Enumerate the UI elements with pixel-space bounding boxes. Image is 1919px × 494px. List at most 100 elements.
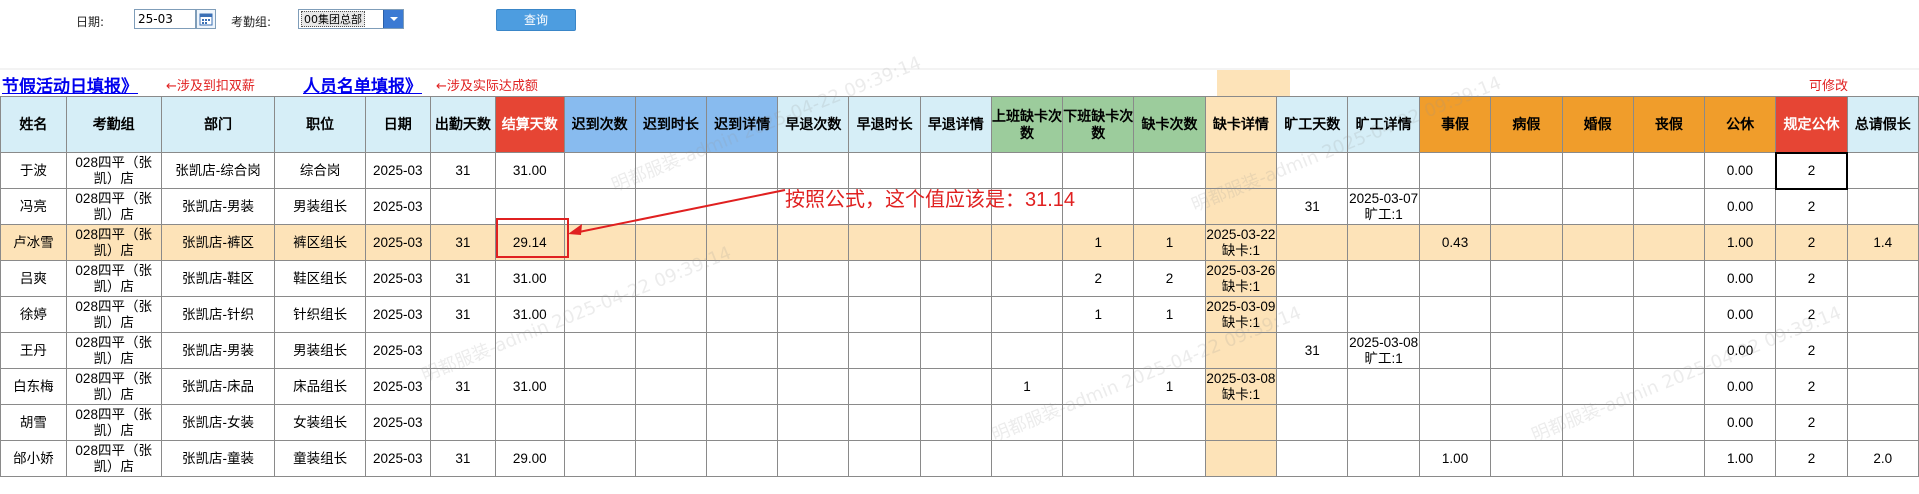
col-header[interactable]: 姓名 [0,96,67,153]
col-header[interactable]: 缺卡详情 [1204,96,1278,153]
table-cell [1632,440,1705,477]
table-cell[interactable]: 2 [1775,296,1848,333]
col-header[interactable]: 职位 [274,96,366,153]
table-cell: 2025-03-22 缺卡:1 [1204,224,1278,261]
table-cell: 1 [1133,296,1206,333]
table-row[interactable]: 邰小娇 028四平（张凯）店 张凯店-童装 童装组长 2025-03 31 29.00 1.0… [0,440,1919,477]
col-header[interactable]: 早退次数 [777,96,850,153]
table-cell [1490,440,1563,477]
col-header[interactable]: 缺卡次数 [1133,96,1206,153]
table-cell: 31.00 [495,296,565,333]
table-cell [1632,404,1705,441]
col-header[interactable]: 旷工天数 [1276,96,1349,153]
table-cell [1561,404,1634,441]
date-input[interactable]: 25-03 [134,9,196,29]
col-header[interactable]: 早退详情 [919,96,992,153]
table-cell: 028四平（张凯）店 [65,332,162,369]
table-cell[interactable]: 2 [1775,332,1848,369]
table-cell[interactable]: 2 [1775,368,1848,405]
table-cell [1490,332,1563,369]
table-cell[interactable]: 2 [1775,404,1848,441]
table-cell [990,404,1064,441]
table-cell [1204,188,1278,225]
col-header[interactable]: 病假 [1490,96,1563,153]
table-row[interactable]: 王丹 028四平（张凯）店 张凯店-男装 男装组长 2025-03 31 2025-03-0… [0,332,1919,369]
table-cell: 卢冰雪 [0,224,67,261]
col-header[interactable]: 规定公休 [1775,96,1848,153]
holiday-fill-link[interactable]: 节假活动日填报》 [2,72,138,97]
col-header[interactable]: 上班缺卡次数 [990,96,1064,153]
col-header[interactable]: 出勤天数 [429,96,497,153]
col-header[interactable]: 迟到次数 [563,96,636,153]
table-cell: 床品组长 [274,368,366,405]
editable-label: 可修改 [1809,79,1849,94]
table-cell [634,368,708,405]
table-cell [990,296,1064,333]
table-row[interactable]: 徐婷 028四平（张凯）店 张凯店-针织 针织组长 2025-03 31 31.00 1 1 20… [0,296,1919,333]
table-cell [1632,296,1705,333]
col-header[interactable]: 婚假 [1561,96,1634,153]
table-cell: 2025-03-07 旷工:1 [1347,188,1420,225]
table-cell [990,440,1064,477]
col-header[interactable]: 下班缺卡次数 [1062,96,1135,153]
table-cell [1062,332,1135,369]
col-header[interactable]: 考勤组 [65,96,162,153]
col-header[interactable]: 迟到时长 [634,96,708,153]
col-header[interactable]: 总请假长 [1846,96,1919,153]
table-cell [1347,440,1420,477]
group-select[interactable]: 00集团总部 [298,9,404,29]
col-header[interactable]: 早退时长 [848,96,921,153]
col-header[interactable]: 迟到详情 [705,96,779,153]
table-cell[interactable]: 2 [1774,151,1849,190]
col-header[interactable]: 日期 [364,96,431,153]
table-cell [848,296,921,333]
query-button[interactable]: 查询 [496,9,576,31]
table-cell [705,404,779,441]
table-cell [1347,404,1420,441]
table-cell: 1.4 [1846,224,1919,261]
table-cell [1418,188,1492,225]
table-cell: 028四平（张凯）店 [65,296,162,333]
col-header[interactable]: 公休 [1703,96,1777,153]
table-cell: 1 [1133,368,1206,405]
table-cell [705,368,779,405]
col-header[interactable]: 事假 [1418,96,1492,153]
table-cell[interactable]: 2 [1775,440,1848,477]
table-cell [1276,404,1349,441]
col-header[interactable]: 丧假 [1632,96,1705,153]
table-cell: 31 [1276,332,1349,369]
table-cell [429,404,497,441]
col-header[interactable]: 结算天数 [495,96,565,153]
col-header[interactable]: 旷工详情 [1347,96,1420,153]
table-cell [848,404,921,441]
table-cell[interactable]: 2 [1775,188,1848,225]
staff-fill-link[interactable]: 人员名单填报》 [303,72,422,97]
table-cell: 2025-03 [364,188,431,225]
table-cell [1133,332,1206,369]
table-cell [495,404,565,441]
table-row[interactable]: 卢冰雪 028四平（张凯）店 张凯店-裤区 裤区组长 2025-03 31 29.14 1 1 2… [0,224,1919,261]
table-cell: 2025-03 [364,224,431,261]
table-cell: 张凯店-男装 [160,188,276,225]
table-row[interactable]: 白东梅 028四平（张凯）店 张凯店-床品 床品组长 2025-03 31 31.00 1 1 2… [0,368,1919,405]
table-cell [1490,152,1563,189]
table-cell [634,440,708,477]
table-cell [919,260,992,297]
table-cell [1632,260,1705,297]
calendar-icon[interactable] [196,9,216,29]
table-cell: 2025-03-08 缺卡:1 [1204,368,1278,405]
table-cell [705,440,779,477]
annotation-highlight-box [496,218,569,258]
chevron-down-icon[interactable] [383,10,403,28]
table-cell [563,152,636,189]
table-cell[interactable]: 2 [1775,260,1848,297]
table-cell: 31.00 [495,152,565,189]
table-cell: 2025-03 [364,332,431,369]
table-cell[interactable]: 2 [1775,224,1848,261]
table-cell: 0.00 [1703,188,1777,225]
table-cell: 2025-03-08 旷工:1 [1347,332,1420,369]
table-row[interactable]: 吕爽 028四平（张凯）店 张凯店-鞋区 鞋区组长 2025-03 31 31.00 2 2 20… [0,260,1919,297]
table-cell [563,404,636,441]
table-row[interactable]: 胡雪 028四平（张凯）店 张凯店-女装 女装组长 2025-03 0.00 2 [0,404,1919,441]
col-header[interactable]: 部门 [160,96,276,153]
